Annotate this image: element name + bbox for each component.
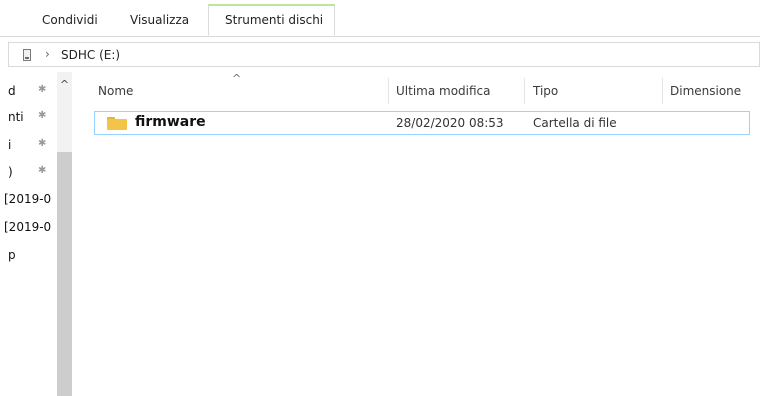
chevron-right-icon[interactable]: › [45,47,50,61]
column-divider[interactable] [388,78,389,104]
nav-item[interactable]: ) [8,165,13,179]
sort-ascending-icon: ^ [232,72,242,85]
nav-item[interactable]: p [8,248,16,262]
nav-item[interactable]: i [8,138,11,152]
column-header-name[interactable]: Nome [98,84,133,98]
column-divider[interactable] [524,78,525,104]
nav-item[interactable]: [2019-0 [4,192,51,206]
column-header-type[interactable]: Tipo [533,84,558,98]
breadcrumb-drive[interactable]: SDHC (E:) [61,48,120,62]
pin-icon: ✱ [38,84,47,95]
table-row[interactable]: firmware 28/02/2020 08:53 Cartella di fi… [94,111,750,135]
nav-item[interactable]: nti [8,110,24,124]
pin-icon: ✱ [38,110,47,121]
address-bar[interactable]: › SDHC (E:) [8,42,760,67]
tab-strumenti-dischi[interactable]: Strumenti dischi [208,4,335,36]
file-list-header: ^ Nome Ultima modifica Tipo Dimensione [86,72,760,104]
column-header-modified[interactable]: Ultima modifica [396,84,491,98]
ribbon-divider [0,36,760,37]
column-header-size[interactable]: Dimensione [670,84,741,98]
scroll-up-icon[interactable]: ^ [57,78,72,92]
tab-strumenti-dischi-label: Strumenti dischi [225,13,324,27]
file-modified: 28/02/2020 08:53 [396,116,504,130]
column-divider[interactable] [662,78,663,104]
drive-icon [23,49,31,61]
tab-condividi[interactable]: Condividi [42,11,98,29]
tab-visualizza[interactable]: Visualizza [130,11,189,29]
file-name[interactable]: firmware [135,114,206,130]
nav-item[interactable]: [2019-0 [4,220,51,234]
pin-icon: ✱ [38,165,47,176]
file-type: Cartella di file [533,116,617,130]
ribbon: Condividi Visualizza Strumenti dischi [0,0,760,38]
nav-scrollbar-thumb[interactable] [57,152,72,396]
folder-icon [107,117,127,130]
nav-item[interactable]: d [8,84,16,98]
pin-icon: ✱ [38,138,47,149]
